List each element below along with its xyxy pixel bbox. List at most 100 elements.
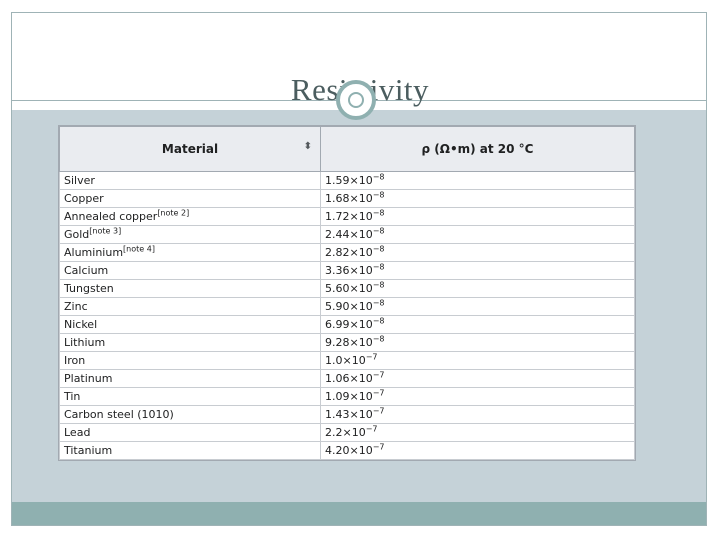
table-row: Annealed copper[note 2] 1.72×10−8 xyxy=(59,207,635,226)
resistivity-base: 5.90×10 xyxy=(325,300,373,313)
footnote-link[interactable]: [note 3] xyxy=(89,226,121,235)
table-row: Aluminium[note 4] 2.82×10−8 xyxy=(59,243,635,262)
resistivity-cell: 1.59×10−8 xyxy=(320,171,635,190)
material-name: Calcium xyxy=(64,264,109,277)
material-name: Titanium xyxy=(64,444,113,457)
resistivity-exponent: −7 xyxy=(372,370,385,380)
resistivity-cell: 1.09×10−7 xyxy=(320,387,635,406)
resistivity-cell: 4.20×10−7 xyxy=(320,441,635,460)
ring-ornament-icon xyxy=(336,80,376,120)
resistivity-base: 5.60×10 xyxy=(325,282,373,295)
material-cell: Lithium xyxy=(59,333,321,352)
resistivity-exponent: −7 xyxy=(365,352,378,362)
footer-band xyxy=(12,502,706,525)
column-header-material[interactable]: Material ⬍ xyxy=(59,126,321,172)
resistivity-base: 2.44×10 xyxy=(325,228,373,241)
resistivity-base: 1.68×10 xyxy=(325,192,373,205)
resistivity-exponent: −8 xyxy=(372,226,385,236)
resistivity-cell: 1.72×10−8 xyxy=(320,207,635,226)
resistivity-exponent: −8 xyxy=(372,190,385,200)
table-row: Platinum 1.06×10−7 xyxy=(59,369,635,388)
material-cell: Lead xyxy=(59,423,321,442)
material-name: Aluminium xyxy=(64,246,124,259)
resistivity-base: 6.99×10 xyxy=(325,318,373,331)
footnote-link[interactable]: [note 2] xyxy=(157,208,189,217)
material-name: Lithium xyxy=(64,336,106,349)
column-header-material-label: Material xyxy=(161,142,219,156)
resistivity-exponent: −7 xyxy=(372,406,385,416)
material-cell: Nickel xyxy=(59,315,321,334)
footnote-link[interactable]: [note 4] xyxy=(123,244,155,253)
material-name: Iron xyxy=(64,354,86,367)
resistivity-cell: 9.28×10−8 xyxy=(320,333,635,352)
table-row: Zinc 5.90×10−8 xyxy=(59,297,635,316)
material-name: Carbon steel (1010) xyxy=(64,408,174,421)
material-name: Platinum xyxy=(64,372,113,385)
material-name: Copper xyxy=(64,192,104,205)
resistivity-base: 1.43×10 xyxy=(325,408,373,421)
material-cell: Copper xyxy=(59,189,321,208)
resistivity-exponent: −8 xyxy=(372,244,385,254)
material-name: Tin xyxy=(64,390,81,403)
resistivity-cell: 5.90×10−8 xyxy=(320,297,635,316)
sort-arrows-icon[interactable]: ⬍ xyxy=(304,141,312,152)
resistivity-cell: 6.99×10−8 xyxy=(320,315,635,334)
table-row: Nickel 6.99×10−8 xyxy=(59,315,635,334)
material-cell: Aluminium[note 4] xyxy=(59,243,321,262)
material-cell: Zinc xyxy=(59,297,321,316)
resistivity-cell: 2.2×10−7 xyxy=(320,423,635,442)
resistivity-cell: 2.44×10−8 xyxy=(320,225,635,244)
resistivity-cell: 5.60×10−8 xyxy=(320,279,635,298)
resistivity-exponent: −8 xyxy=(372,298,385,308)
table-row: Titanium 4.20×10−7 xyxy=(59,441,635,460)
material-cell: Carbon steel (1010) xyxy=(59,405,321,424)
material-cell: Annealed copper[note 2] xyxy=(59,207,321,226)
material-cell: Silver xyxy=(59,171,321,190)
resistivity-base: 1.0×10 xyxy=(325,354,366,367)
resistivity-base: 2.82×10 xyxy=(325,246,373,259)
table-header-row: Material ⬍ ρ (Ω•m) at 20 °C xyxy=(59,126,635,172)
resistivity-base: 1.09×10 xyxy=(325,390,373,403)
table-row: Tin 1.09×10−7 xyxy=(59,387,635,406)
ring-inner xyxy=(348,92,364,108)
resistivity-base: 2.2×10 xyxy=(325,426,366,439)
table-body: Silver 1.59×10−8 Copper 1.68×10−8 Annealed c… xyxy=(59,171,635,460)
resistivity-exponent: −8 xyxy=(372,172,385,182)
resistivity-exponent: −8 xyxy=(372,262,385,272)
material-name: Lead xyxy=(64,426,91,439)
material-name: Nickel xyxy=(64,318,98,331)
resistivity-table: Material ⬍ ρ (Ω•m) at 20 °C Silver 1.59×1… xyxy=(59,126,635,460)
resistivity-base: 1.59×10 xyxy=(325,174,373,187)
table-row: Tungsten 5.60×10−8 xyxy=(59,279,635,298)
table-row: Iron 1.0×10−7 xyxy=(59,351,635,370)
resistivity-base: 1.06×10 xyxy=(325,372,373,385)
material-cell: Gold[note 3] xyxy=(59,225,321,244)
material-cell: Titanium xyxy=(59,441,321,460)
material-cell: Iron xyxy=(59,351,321,370)
resistivity-cell: 1.43×10−7 xyxy=(320,405,635,424)
table-row: Silver 1.59×10−8 xyxy=(59,171,635,190)
resistivity-table-image: Material ⬍ ρ (Ω•m) at 20 °C Silver 1.59×1… xyxy=(58,125,636,461)
table-row: Lead 2.2×10−7 xyxy=(59,423,635,442)
table-row: Gold[note 3] 2.44×10−8 xyxy=(59,225,635,244)
resistivity-base: 4.20×10 xyxy=(325,444,373,457)
resistivity-cell: 1.68×10−8 xyxy=(320,189,635,208)
material-name: Tungsten xyxy=(64,282,114,295)
resistivity-cell: 2.82×10−8 xyxy=(320,243,635,262)
material-cell: Platinum xyxy=(59,369,321,388)
resistivity-base: 3.36×10 xyxy=(325,264,373,277)
resistivity-exponent: −7 xyxy=(372,442,385,452)
material-name: Annealed copper xyxy=(64,210,158,223)
table-row: Carbon steel (1010) 1.43×10−7 xyxy=(59,405,635,424)
material-cell: Tin xyxy=(59,387,321,406)
table-row: Copper 1.68×10−8 xyxy=(59,189,635,208)
material-cell: Tungsten xyxy=(59,279,321,298)
material-name: Zinc xyxy=(64,300,88,313)
resistivity-cell: 1.0×10−7 xyxy=(320,351,635,370)
resistivity-exponent: −8 xyxy=(372,208,385,218)
resistivity-exponent: −7 xyxy=(365,424,378,434)
material-name: Silver xyxy=(64,174,95,187)
resistivity-exponent: −8 xyxy=(372,280,385,290)
table-row: Calcium 3.36×10−8 xyxy=(59,261,635,280)
column-header-resistivity: ρ (Ω•m) at 20 °C xyxy=(320,126,635,172)
